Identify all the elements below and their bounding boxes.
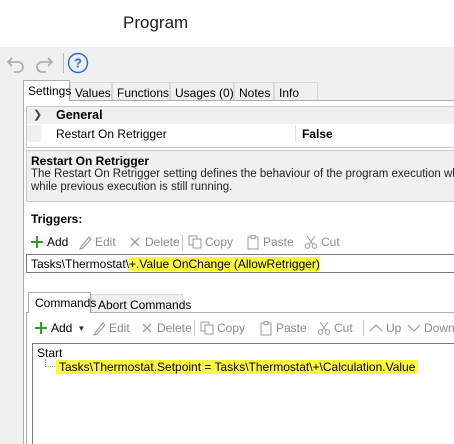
add-label: Add xyxy=(47,235,69,249)
delete-label: Delete xyxy=(157,321,192,335)
paste-label: Paste xyxy=(276,321,307,335)
help-icon[interactable]: ? xyxy=(67,52,89,74)
tree-root-node[interactable]: Start xyxy=(37,346,62,360)
tab-values[interactable]: Values xyxy=(70,82,112,101)
svg-text:?: ? xyxy=(74,56,82,71)
copy-icon xyxy=(199,320,215,336)
plus-icon xyxy=(29,234,45,250)
delete-command-button[interactable]: Delete xyxy=(139,318,192,338)
paste-label: Paste xyxy=(263,235,294,249)
paste-command-button[interactable]: Paste xyxy=(258,318,307,338)
settings-panel: ❯ General Restart On Retrigger False Res… xyxy=(23,100,454,444)
description-body: The Restart On Retrigger setting defines… xyxy=(31,168,454,193)
toolbar-separator xyxy=(363,320,364,336)
scissors-icon xyxy=(303,234,319,250)
tab-notes[interactable]: Notes xyxy=(234,82,274,101)
down-label: Down xyxy=(424,321,454,335)
tree-connector xyxy=(45,359,55,367)
tree-command-node[interactable]: Tasks\Thermostat.Setpoint = Tasks\Thermo… xyxy=(56,360,419,374)
commands-panel: Add ▼ Edit Delete Copy Paste Cut Up Down… xyxy=(26,312,454,444)
edit-command-button[interactable]: Edit xyxy=(91,318,130,338)
cut-command-button[interactable]: Cut xyxy=(316,318,353,338)
description-title: Restart On Retrigger xyxy=(31,154,150,168)
paste-trigger-button[interactable]: Paste xyxy=(245,232,294,252)
add-trigger-button[interactable]: Add xyxy=(29,232,68,252)
move-down-button[interactable]: Down xyxy=(406,318,454,338)
paste-icon xyxy=(245,234,261,250)
copy-label: Copy xyxy=(217,321,246,335)
triggers-label: Triggers: xyxy=(31,212,83,226)
property-description: Restart On Retrigger The Restart On Retr… xyxy=(26,150,454,202)
move-up-button[interactable]: Up xyxy=(368,318,401,338)
cut-trigger-button[interactable]: Cut xyxy=(303,232,340,252)
copy-label: Copy xyxy=(205,235,234,249)
add-command-button[interactable]: Add ▼ xyxy=(33,318,85,338)
edit-label: Edit xyxy=(109,321,130,335)
up-label: Up xyxy=(386,321,402,335)
tab-functions[interactable]: Functions xyxy=(112,82,170,101)
trigger-path: Tasks\Thermostat\ xyxy=(31,257,130,271)
toolbar-separator xyxy=(182,234,183,250)
undo-icon[interactable] xyxy=(5,52,27,74)
chevron-up-icon xyxy=(368,320,384,336)
delete-x-icon xyxy=(127,234,143,250)
toolbar-separator xyxy=(63,53,64,73)
copy-command-button[interactable]: Copy xyxy=(199,318,245,338)
delete-trigger-button[interactable]: Delete xyxy=(127,232,180,252)
triggers-list[interactable]: Tasks\Thermostat\+.Value OnChange (Allow… xyxy=(26,254,454,273)
main-toolbar: ? xyxy=(0,47,454,80)
pencil-icon xyxy=(91,320,107,336)
cut-label: Cut xyxy=(321,235,340,249)
left-strip xyxy=(0,80,22,444)
title-bar: Program xyxy=(0,0,454,47)
commands-area: Commands Abort Commands Add ▼ Edit Delet… xyxy=(26,292,454,444)
dropdown-arrow-icon: ▼ xyxy=(77,323,86,333)
commands-tree[interactable]: Start Tasks\Thermostat.Setpoint = Tasks\… xyxy=(32,343,454,444)
trigger-item[interactable]: Tasks\Thermostat\+.Value OnChange (Allow… xyxy=(31,257,320,271)
chevron-down-icon[interactable]: ❯ xyxy=(33,108,42,121)
category-label: General xyxy=(56,108,103,122)
copy-icon xyxy=(187,234,203,250)
property-grid: ❯ General Restart On Retrigger False xyxy=(26,106,454,148)
tab-abort-commands[interactable]: Abort Commands xyxy=(91,294,191,313)
delete-x-icon xyxy=(139,320,155,336)
tab-commands[interactable]: Commands xyxy=(28,292,96,313)
redo-icon[interactable] xyxy=(33,52,55,74)
chevron-down-icon xyxy=(406,320,422,336)
tab-settings[interactable]: Settings xyxy=(23,80,71,101)
row-gutter xyxy=(27,125,41,142)
edit-trigger-button[interactable]: Edit xyxy=(77,232,116,252)
add-label: Add xyxy=(51,321,73,335)
tab-info[interactable]: Info xyxy=(274,82,318,101)
plus-icon xyxy=(33,320,49,336)
copy-trigger-button[interactable]: Copy xyxy=(187,232,233,252)
window-title: Program xyxy=(123,13,189,32)
property-name: Restart On Retrigger xyxy=(56,127,167,141)
property-row-restart-on-retrigger[interactable]: Restart On Retrigger False xyxy=(27,125,454,142)
toolbar-separator xyxy=(194,320,195,336)
cut-label: Cut xyxy=(334,321,353,335)
column-divider xyxy=(295,125,296,142)
pencil-icon xyxy=(77,234,93,250)
tab-usages[interactable]: Usages (0) xyxy=(170,82,234,101)
category-general[interactable]: ❯ General xyxy=(27,107,454,124)
scissors-icon xyxy=(316,320,332,336)
delete-label: Delete xyxy=(145,235,180,249)
edit-label: Edit xyxy=(95,235,116,249)
paste-icon xyxy=(258,320,274,336)
property-value[interactable]: False xyxy=(302,127,333,141)
trigger-condition: +.Value OnChange (AllowRetrigger) xyxy=(129,257,320,271)
